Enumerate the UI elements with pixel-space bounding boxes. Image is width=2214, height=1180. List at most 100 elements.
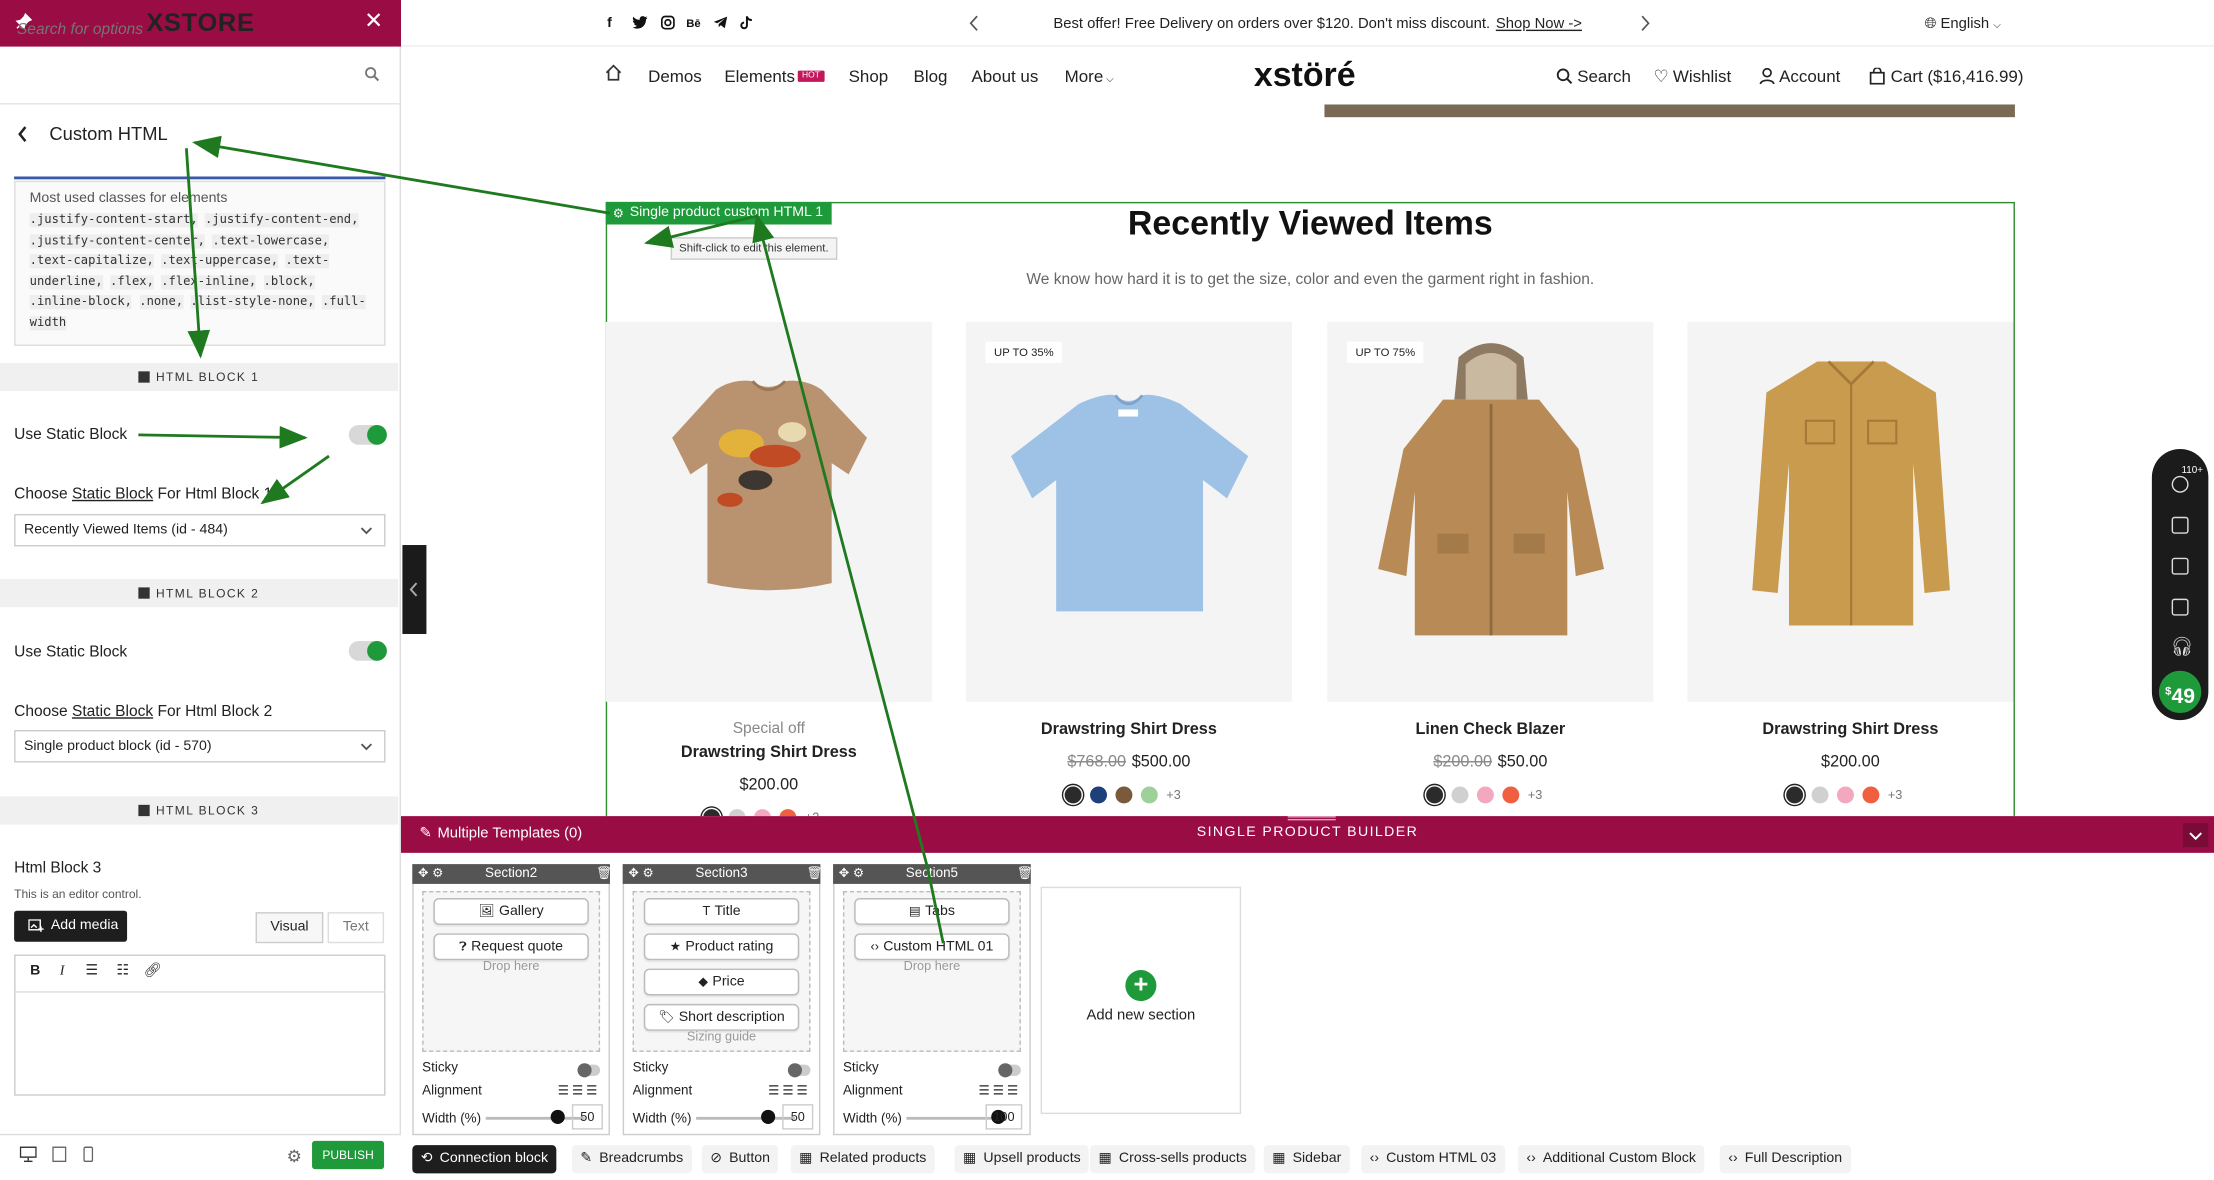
product-card-1-image[interactable] — [605, 321, 932, 702]
headset-icon[interactable]: 🎧︎ — [2170, 635, 2193, 658]
nav-cart[interactable]: Cart ($16,416.99) — [1869, 66, 2023, 86]
numbered-list-icon[interactable]: ☷ — [113, 963, 133, 979]
link-icon[interactable]: 🔗︎ — [143, 963, 163, 979]
width-value[interactable]: 100 — [985, 1104, 1023, 1130]
gear-icon[interactable]: ⚙ — [432, 866, 443, 882]
collapse-sidebar-button[interactable] — [402, 545, 427, 634]
promo-prev-icon[interactable] — [969, 14, 980, 32]
width-slider-track[interactable] — [485, 1116, 585, 1120]
bullet-list-icon[interactable]: ☰ — [82, 963, 102, 979]
nav-wishlist[interactable]: ♡ Wishlist — [1653, 66, 1731, 86]
document-icon[interactable] — [2171, 598, 2189, 616]
more-colors-count[interactable]: +3 — [1166, 788, 1180, 802]
resize-handle[interactable] — [1287, 816, 1336, 821]
trash-icon[interactable]: 🗑︎ — [1017, 866, 1033, 882]
width-slider-knob[interactable] — [550, 1109, 565, 1124]
product-name[interactable]: Linen Check Blazer — [1327, 722, 1653, 739]
move-icon[interactable]: ✥ — [839, 866, 850, 882]
price-badge[interactable]: $49 — [2158, 670, 2202, 714]
more-colors-count[interactable]: +3 — [1528, 788, 1542, 802]
builder-tab[interactable]: ▦ Sidebar — [1263, 1145, 1350, 1174]
behance-icon[interactable]: Bē — [686, 17, 700, 30]
builder-tab[interactable]: ▦ Upsell products — [954, 1145, 1090, 1174]
publish-button[interactable]: PUBLISH — [312, 1140, 385, 1170]
block-edit-badge[interactable]: Single product custom HTML 1 — [605, 201, 832, 225]
telegram-icon[interactable] — [713, 16, 729, 30]
product-card-2-image[interactable] — [965, 321, 1292, 702]
visual-tab[interactable]: Visual — [255, 912, 324, 944]
tablet-preview-icon[interactable] — [52, 1146, 67, 1163]
home-icon[interactable] — [604, 64, 622, 82]
width-slider-knob[interactable] — [761, 1109, 776, 1124]
close-icon[interactable]: ✕ — [364, 10, 383, 35]
move-icon[interactable]: ✥ — [418, 866, 429, 882]
builder-tab[interactable]: ⊘ Button — [701, 1145, 779, 1174]
color-swatch[interactable] — [1115, 786, 1133, 804]
tiktok-icon[interactable] — [740, 16, 754, 30]
nav-elements[interactable]: Elements — [724, 66, 795, 86]
facebook-icon[interactable]: f — [607, 16, 612, 32]
gear-icon[interactable]: ⚙ — [642, 866, 653, 882]
promo-next-icon[interactable] — [1639, 14, 1650, 32]
static-block-link[interactable]: Static Block — [72, 703, 153, 720]
builder-tab[interactable]: ⟲ Connection block — [412, 1145, 557, 1174]
builder-element[interactable]: ◆ Price — [643, 968, 800, 996]
product-name[interactable]: Drawstring Shirt Dress — [966, 722, 1292, 739]
product-name[interactable]: Drawstring Shirt Dress — [606, 744, 932, 761]
twitter-icon[interactable] — [632, 16, 649, 30]
use-static-block-1-toggle[interactable] — [348, 425, 387, 445]
builder-element[interactable]: 🖼︎ Gallery — [433, 898, 589, 925]
collapse-builder-button[interactable] — [2182, 823, 2209, 848]
shop-now-link[interactable]: Shop Now -> — [1496, 16, 1582, 33]
color-swatch[interactable] — [1064, 786, 1082, 804]
color-swatch[interactable] — [1862, 786, 1880, 804]
builder-tab[interactable]: ▦ Cross-sells products — [1090, 1145, 1256, 1174]
color-swatch[interactable] — [1811, 786, 1829, 804]
store-logo[interactable]: xstöré — [1254, 56, 1356, 96]
width-value[interactable]: 50 — [571, 1104, 603, 1130]
nav-account[interactable]: Account — [1759, 66, 1840, 86]
nav-about[interactable]: About us — [971, 66, 1038, 86]
mobile-preview-icon[interactable] — [83, 1146, 94, 1163]
sticky-toggle[interactable] — [787, 1063, 811, 1078]
builder-element[interactable]: ‹› Custom HTML 01 — [854, 933, 1010, 961]
instagram-icon[interactable] — [660, 15, 675, 30]
color-swatch[interactable] — [1502, 786, 1520, 804]
desktop-preview-icon[interactable] — [19, 1146, 37, 1163]
nav-more[interactable]: More ⌵ — [1065, 66, 1114, 86]
layout-icon[interactable] — [2171, 557, 2189, 575]
color-swatch[interactable] — [1090, 786, 1108, 804]
use-static-block-2-toggle[interactable] — [348, 641, 387, 661]
italic-icon[interactable]: I — [52, 963, 72, 979]
builder-element[interactable]: ▤ Tabs — [854, 898, 1010, 925]
product-card-4-image[interactable] — [1687, 321, 2014, 702]
static-block-link[interactable]: Static Block — [72, 486, 153, 503]
builder-tab[interactable]: ‹› Full Description — [1719, 1145, 1851, 1174]
sticky-toggle[interactable] — [998, 1063, 1021, 1078]
sticky-toggle[interactable] — [577, 1063, 601, 1078]
add-new-section-label[interactable]: Add new section — [1041, 1007, 1242, 1024]
nav-demos[interactable]: Demos — [648, 66, 702, 86]
search-input[interactable] — [16, 16, 356, 43]
builder-element[interactable]: T Title — [643, 898, 800, 925]
product-name[interactable]: Drawstring Shirt Dress — [1687, 722, 2013, 739]
product-card-3-image[interactable] — [1327, 321, 1654, 702]
text-tab[interactable]: Text — [327, 912, 385, 944]
builder-tab[interactable]: ▦ Related products — [790, 1145, 935, 1174]
color-swatch[interactable] — [1786, 786, 1804, 804]
trash-icon[interactable]: 🗑︎ — [596, 866, 612, 882]
plus-icon[interactable]: + — [1125, 970, 1157, 1002]
builder-element[interactable]: 🏷︎ Short description — [643, 1003, 800, 1031]
settings-gear-icon[interactable]: ⚙ — [287, 1147, 302, 1167]
alignment-icons[interactable]: ☰☰☰ — [558, 1083, 601, 1099]
nav-blog[interactable]: Blog — [914, 66, 948, 86]
builder-tab[interactable]: ‹› Custom HTML 03 — [1361, 1145, 1505, 1174]
width-slider-track[interactable] — [696, 1116, 795, 1120]
language-selector[interactable]: 🌐︎ English ⌵ — [1925, 16, 2001, 34]
alignment-icons[interactable]: ☰☰☰ — [979, 1083, 1022, 1099]
trash-icon[interactable]: 🗑︎ — [806, 866, 822, 882]
color-swatch[interactable] — [1426, 786, 1444, 804]
color-swatch[interactable] — [1476, 786, 1494, 804]
color-swatch[interactable] — [1836, 786, 1854, 804]
builder-tab[interactable]: ✎ Breadcrumbs — [571, 1145, 692, 1174]
